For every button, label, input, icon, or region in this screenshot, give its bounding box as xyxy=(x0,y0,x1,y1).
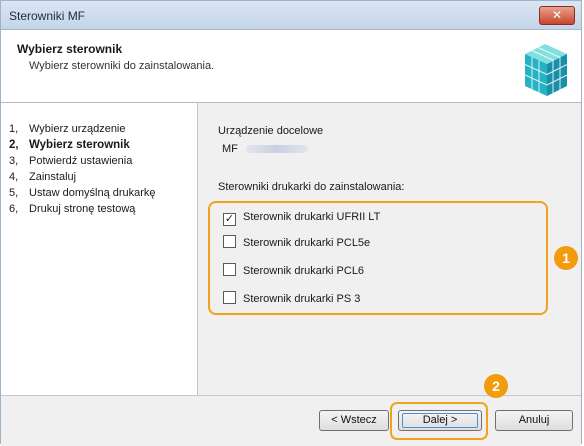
step-item: 5, Ustaw domyślną drukarkę xyxy=(9,187,156,199)
window-title: Sterowniki MF xyxy=(9,9,86,23)
steps-sidebar: 1, Wybierz urządzenie 2, Wybierz sterownik… xyxy=(1,103,198,395)
driver-checkbox-ps3[interactable]: Sterownik drukarki PS 3 xyxy=(223,291,360,307)
driver-checkbox-pcl6[interactable]: Sterownik drukarki PCL6 xyxy=(223,263,364,279)
step-item: 1, Wybierz urządzenie xyxy=(9,123,126,135)
callout-badge-2: 2 xyxy=(484,374,508,398)
redacted-model xyxy=(245,145,308,154)
wizard-header: Wybierz sterownik Wybierz sterowniki do … xyxy=(1,30,581,103)
drivers-label: Sterowniki drukarki do zainstalowania: xyxy=(218,181,405,193)
step-item-current: 2, Wybierz sterownik xyxy=(9,139,130,151)
page-title: Wybierz sterownik xyxy=(17,42,123,56)
target-device-value: MF xyxy=(222,143,308,155)
checkbox[interactable] xyxy=(223,235,236,248)
step-item: 4, Zainstaluj xyxy=(9,171,77,183)
main-panel: Urządzenie docelowe MF Sterowniki drukar… xyxy=(198,103,581,395)
button-bar: < Wstecz Dalej > Anuluj xyxy=(1,395,581,446)
driver-checkbox-ufrii[interactable]: ✓ Sterownik drukarki UFRII LT xyxy=(223,209,380,226)
cube-stack-icon xyxy=(524,44,568,96)
title-bar[interactable]: Sterowniki MF ✕ xyxy=(1,1,581,30)
step-item: 3, Potwierdź ustawienia xyxy=(9,155,133,167)
callout-badge-1: 1 xyxy=(554,246,578,270)
back-button[interactable]: < Wstecz xyxy=(319,410,389,431)
close-button[interactable]: ✕ xyxy=(539,6,575,25)
checkbox[interactable]: ✓ xyxy=(223,213,236,226)
close-icon: ✕ xyxy=(551,8,563,22)
driver-checkbox-pcl5e[interactable]: Sterownik drukarki PCL5e xyxy=(223,235,370,251)
page-subtitle: Wybierz sterowniki do zainstalowania. xyxy=(29,60,215,72)
steps-list: 1, Wybierz urządzenie 2, Wybierz sterownik… xyxy=(1,103,197,217)
checkbox[interactable] xyxy=(223,263,236,276)
checkbox[interactable] xyxy=(223,291,236,304)
callout-highlight-next xyxy=(390,402,488,440)
target-device-label: Urządzenie docelowe xyxy=(218,125,324,137)
step-item: 6, Drukuj stronę testową xyxy=(9,203,136,215)
cancel-button[interactable]: Anuluj xyxy=(495,410,573,431)
